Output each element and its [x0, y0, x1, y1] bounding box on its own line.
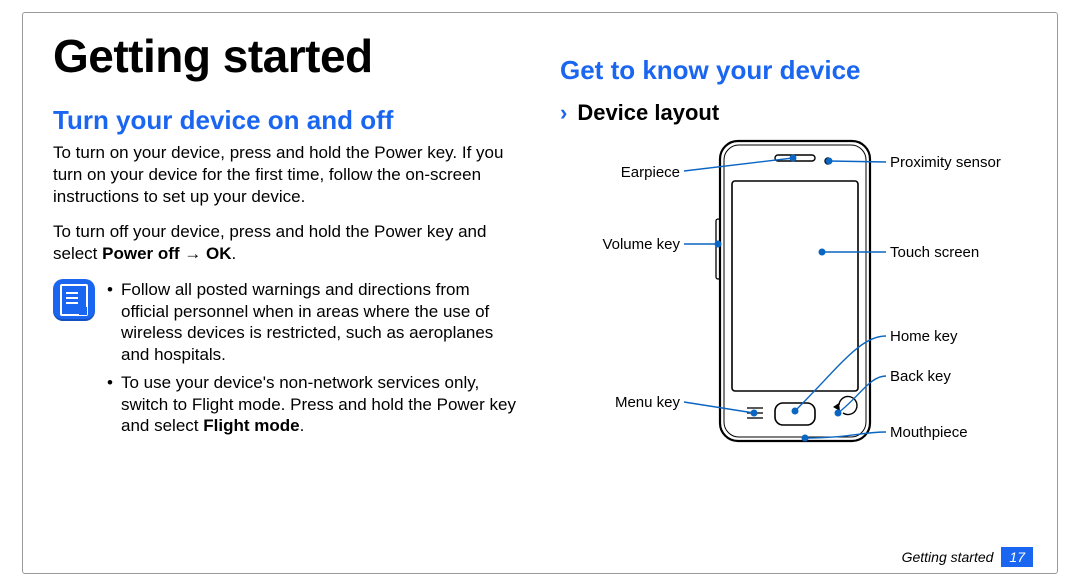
label-volume-key: Volume key [570, 236, 680, 253]
footer-section: Getting started [902, 549, 994, 565]
note-item-2-pre: To use your device's non-network service… [121, 373, 516, 436]
label-proximity-sensor: Proximity sensor [890, 154, 1001, 171]
page-title: Getting started [53, 29, 520, 83]
page-footer: Getting started 17 [902, 547, 1033, 567]
note-item-2: To use your device's non-network service… [107, 372, 520, 437]
label-mouthpiece: Mouthpiece [890, 424, 968, 441]
note-block: Follow all posted warnings and direction… [53, 279, 520, 443]
label-home-key: Home key [890, 328, 958, 345]
note-item-1: Follow all posted warnings and direction… [107, 279, 520, 366]
label-earpiece: Earpiece [570, 164, 680, 181]
note-item-2-bold: Flight mode [203, 416, 299, 435]
heading-know-device: Get to know your device [560, 55, 1027, 86]
para-turn-off-post: . [232, 244, 237, 263]
device-svg [570, 136, 1040, 466]
para-turn-on: To turn on your device, press and hold t… [53, 142, 520, 207]
page-frame: Getting started Turn your device on and … [22, 12, 1058, 574]
chevron-icon: › [560, 102, 567, 124]
footer-page-number: 17 [1001, 547, 1033, 567]
para-turn-off-bold: Power off → OK [102, 244, 231, 263]
subheading-device-layout: › Device layout [560, 100, 1027, 126]
left-column: Getting started Turn your device on and … [53, 29, 520, 553]
subheading-text: Device layout [577, 100, 719, 126]
heading-turn-on-off: Turn your device on and off [53, 105, 520, 136]
label-back-key: Back key [890, 368, 951, 385]
para-turn-off: To turn off your device, press and hold … [53, 221, 520, 265]
note-item-2-post: . [300, 416, 305, 435]
device-diagram: Earpiece Volume key Menu key Proximity s… [570, 136, 1027, 466]
note-list: Follow all posted warnings and direction… [107, 279, 520, 443]
right-column: Get to know your device › Device layout … [560, 29, 1027, 553]
note-icon [53, 279, 97, 443]
label-touch-screen: Touch screen [890, 244, 979, 261]
label-menu-key: Menu key [570, 394, 680, 411]
